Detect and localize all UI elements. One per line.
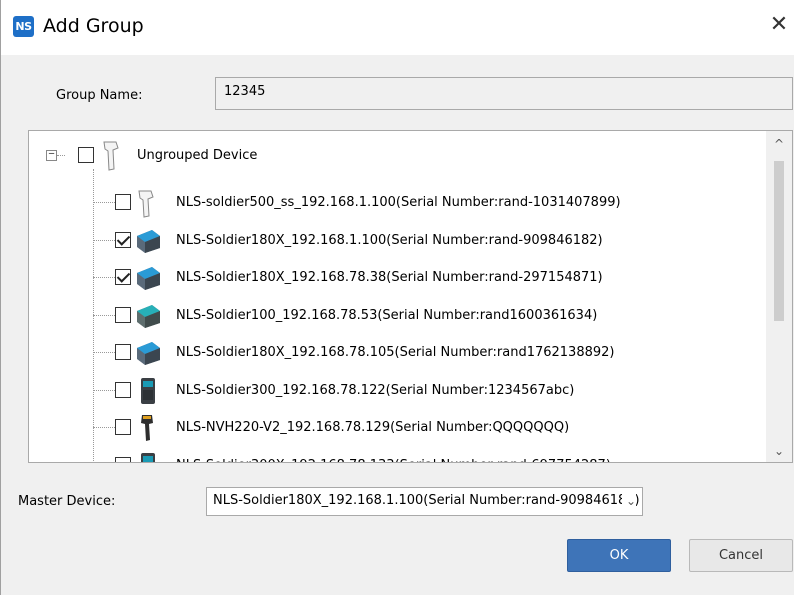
device-checkbox[interactable] — [115, 381, 131, 398]
device-label: NLS-Soldier180X_192.168.1.100(Serial Num… — [176, 232, 603, 248]
group-name-input[interactable]: 12345 — [215, 77, 793, 110]
device-label: NLS-Soldier300_192.168.78.122(Serial Num… — [176, 382, 575, 398]
ok-button[interactable]: OK — [567, 539, 671, 572]
device-tree[interactable]: − Ungrouped Device NLS-soldier500_ss_192… — [28, 130, 793, 463]
fixed-scanner-dark-icon — [141, 377, 155, 404]
app-logo-icon: NS — [13, 16, 34, 37]
title-bar[interactable]: NS Add Group ✕ — [1, 0, 794, 55]
tree-connector — [93, 389, 115, 391]
tree-connector — [93, 352, 115, 353]
device-checkbox[interactable] — [115, 269, 131, 285]
device-checkbox[interactable] — [115, 419, 131, 435]
scroll-up-icon[interactable]: ^ — [766, 137, 792, 151]
device-label: NLS-NVH220-V2_192.168.78.129(Serial Numb… — [176, 420, 570, 435]
device-checkbox[interactable] — [115, 231, 131, 248]
tree-connector — [93, 427, 115, 428]
master-device-label: Master Device: — [18, 494, 116, 509]
close-icon[interactable]: ✕ — [767, 13, 791, 37]
tree-connector — [93, 314, 115, 316]
fixed-scanner-blue-icon — [137, 229, 160, 253]
fixed-scanner-blue-icon — [137, 267, 160, 290]
fixed-scanner-dark-icon — [141, 452, 155, 462]
device-label: NLS-Soldier300X_192.168.78.133(Serial Nu… — [176, 458, 611, 463]
root-label: Ungrouped Device — [137, 148, 258, 163]
tree-connector — [93, 169, 94, 462]
dialog-title: Add Group — [43, 15, 144, 37]
handheld-scanner-outline-icon — [138, 190, 154, 218]
fixed-scanner-teal-icon — [137, 304, 160, 328]
cancel-button[interactable]: Cancel — [689, 539, 793, 572]
device-label: NLS-Soldier180X_192.168.78.38(Serial Num… — [176, 270, 603, 285]
master-device-value: NLS-Soldier180X_192.168.1.100(Serial Num… — [213, 493, 640, 508]
handheld-scanner-dark-icon — [141, 415, 153, 441]
vertical-scrollbar[interactable]: ^ ⌄ — [766, 131, 792, 462]
tree-connector — [57, 155, 65, 156]
fixed-scanner-blue-icon — [137, 342, 160, 365]
device-checkbox[interactable] — [115, 456, 131, 462]
group-name-label: Group Name: — [56, 88, 143, 103]
device-label: NLS-Soldier180X_192.168.78.105(Serial Nu… — [176, 345, 615, 360]
scroll-down-icon[interactable]: ⌄ — [766, 444, 792, 458]
scroll-thumb[interactable] — [774, 161, 784, 321]
chevron-down-icon: ⌄ — [621, 494, 636, 508]
tree-connector — [93, 277, 115, 278]
device-label: NLS-soldier500_ss_192.168.1.100(Serial N… — [176, 195, 621, 210]
master-device-select[interactable]: NLS-Soldier180X_192.168.1.100(Serial Num… — [206, 487, 643, 516]
device-checkbox[interactable] — [115, 344, 131, 360]
handheld-scanner-icon — [103, 141, 119, 171]
collapse-icon[interactable]: − — [46, 150, 57, 161]
tree-connector — [93, 239, 115, 241]
root-checkbox[interactable] — [78, 147, 94, 163]
device-checkbox[interactable] — [115, 194, 131, 210]
device-checkbox[interactable] — [115, 306, 131, 323]
add-group-dialog: NS Add Group ✕ Group Name: 12345 − Ungro… — [0, 0, 794, 595]
tree-connector — [93, 202, 115, 203]
device-label: NLS-Soldier100_192.168.78.53(Serial Numb… — [176, 307, 598, 323]
